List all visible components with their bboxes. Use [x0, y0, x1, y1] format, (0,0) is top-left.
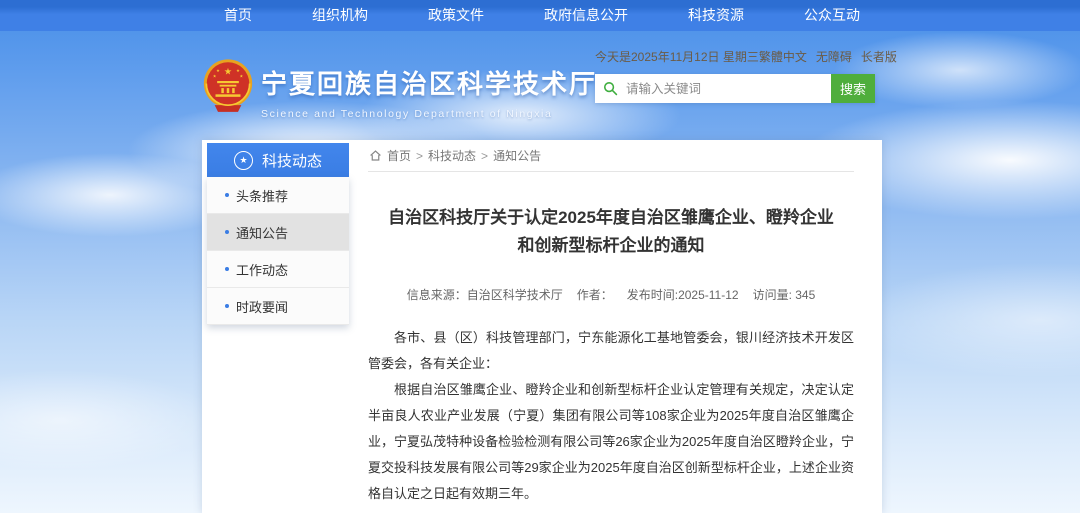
- breadcrumb-separator: >: [416, 149, 423, 163]
- sidebar-item-label: 时政要闻: [236, 297, 288, 316]
- svg-text:★: ★: [224, 66, 232, 76]
- search-field: [595, 74, 831, 103]
- sidebar-item-label: 通知公告: [236, 223, 288, 242]
- star-circle-icon: ★: [234, 151, 253, 170]
- article-content-area: 首页 > 科技动态 > 通知公告 自治区科技厅关于认定2025年度自治区雏鹰企业…: [368, 140, 876, 513]
- breadcrumb: 首页 > 科技动态 > 通知公告: [368, 140, 854, 172]
- svg-text:★: ★: [216, 68, 220, 73]
- nav-item-gov-info-disclosure[interactable]: 政府信息公开: [538, 0, 634, 31]
- site-title-box: 宁夏回族自治区科学技术厅 Science and Technology Depa…: [261, 58, 597, 120]
- search-button[interactable]: 搜索: [831, 74, 875, 103]
- meta-source: 信息来源：自治区科学技术厅: [407, 286, 563, 303]
- site-logo-link[interactable]: ★ ★ ★ ★ ★ 宁夏回族自治区科学技术厅 Science and Techn…: [203, 58, 597, 120]
- sidebar-item-political-news[interactable]: 时政要闻: [207, 288, 349, 325]
- search-bar: 搜索: [595, 74, 875, 103]
- breadcrumb-notices[interactable]: 通知公告: [493, 147, 541, 164]
- nav-item-organization[interactable]: 组织机构: [306, 0, 374, 31]
- nav-item-home[interactable]: 首页: [218, 0, 258, 31]
- svg-text:★: ★: [239, 74, 243, 79]
- link-elderly-version[interactable]: 长者版: [861, 48, 897, 65]
- home-icon: [369, 149, 382, 162]
- site-header: ★ ★ ★ ★ ★ 宁夏回族自治区科学技术厅 Science and Techn…: [0, 31, 1080, 141]
- article-meta: 信息来源：自治区科学技术厅 作者： 发布时间:2025-11-12 访问量: 3…: [368, 286, 854, 303]
- nav-item-policy-documents[interactable]: 政策文件: [422, 0, 490, 31]
- site-title: 宁夏回族自治区科学技术厅: [261, 64, 597, 101]
- breadcrumb-separator: >: [481, 149, 488, 163]
- svg-text:★: ★: [236, 68, 240, 73]
- meta-author: 作者：: [577, 286, 613, 303]
- article-title-line2: 和创新型标杆企业的通知: [368, 232, 854, 260]
- svg-text:★: ★: [213, 74, 217, 79]
- header-links: 繁體中文 无障碍 长者版: [759, 48, 897, 65]
- sidebar-item-work-dynamics[interactable]: 工作动态: [207, 251, 349, 288]
- page: 首页 组织机构 政策文件 政府信息公开 科技资源 公众互动 ★ ★ ★ ★ ★: [0, 0, 1080, 513]
- sidebar-item-label: 工作动态: [236, 260, 288, 279]
- top-navigation-bar: 首页 组织机构 政策文件 政府信息公开 科技资源 公众互动: [0, 0, 1080, 31]
- search-icon: [603, 81, 618, 96]
- article-body: 各市、县（区）科技管理部门，宁东能源化工基地管委会，银川经济技术开发区管委会，各…: [368, 325, 854, 507]
- sidebar-item-headline-recommend[interactable]: 头条推荐: [207, 177, 349, 214]
- header-utilities: 今天是2025年11月12日 星期三 繁體中文 无障碍 长者版 搜索: [595, 48, 875, 103]
- top-navigation-items: 首页 组织机构 政策文件 政府信息公开 科技资源 公众互动: [218, 0, 866, 31]
- nav-item-public-interaction[interactable]: 公众互动: [798, 0, 866, 31]
- link-accessibility[interactable]: 无障碍: [816, 48, 852, 65]
- meta-visits: 访问量: 345: [753, 286, 816, 303]
- sidebar-header: ★ 科技动态: [207, 143, 349, 177]
- breadcrumb-home[interactable]: 首页: [387, 147, 411, 164]
- site-subtitle: Science and Technology Department of Nin…: [261, 108, 597, 120]
- sidebar: ★ 科技动态 头条推荐 通知公告 工作动态 时政要闻: [207, 143, 349, 325]
- sidebar-menu: 头条推荐 通知公告 工作动态 时政要闻: [207, 177, 349, 325]
- main-content-wrapper: ★ 科技动态 头条推荐 通知公告 工作动态 时政要闻: [202, 140, 882, 513]
- header-meta-row: 今天是2025年11月12日 星期三 繁體中文 无障碍 长者版: [595, 48, 875, 65]
- current-date: 今天是2025年11月12日 星期三: [595, 48, 759, 65]
- sidebar-title: 科技动态: [262, 150, 322, 171]
- bullet-icon: [225, 304, 229, 308]
- bullet-icon: [225, 267, 229, 271]
- article-title: 自治区科技厅关于认定2025年度自治区雏鹰企业、瞪羚企业 和创新型标杆企业的通知: [368, 204, 854, 260]
- link-traditional-chinese[interactable]: 繁體中文: [759, 48, 807, 65]
- sidebar-item-notices[interactable]: 通知公告: [207, 214, 349, 251]
- article-paragraph: 各市、县（区）科技管理部门，宁东能源化工基地管委会，银川经济技术开发区管委会，各…: [368, 325, 854, 377]
- bullet-icon: [225, 230, 229, 234]
- nav-item-tech-resources[interactable]: 科技资源: [682, 0, 750, 31]
- article-title-line1: 自治区科技厅关于认定2025年度自治区雏鹰企业、瞪羚企业: [368, 204, 854, 232]
- article-paragraph: 根据自治区雏鹰企业、瞪羚企业和创新型标杆企业认定管理有关规定，决定认定半亩良人农…: [368, 377, 854, 507]
- national-emblem-icon: ★ ★ ★ ★ ★: [203, 58, 253, 114]
- sidebar-item-label: 头条推荐: [236, 186, 288, 205]
- search-input[interactable]: [624, 81, 831, 97]
- breadcrumb-tech-dynamics[interactable]: 科技动态: [428, 147, 476, 164]
- meta-publish-time: 发布时间:2025-11-12: [627, 286, 739, 303]
- bullet-icon: [225, 193, 229, 197]
